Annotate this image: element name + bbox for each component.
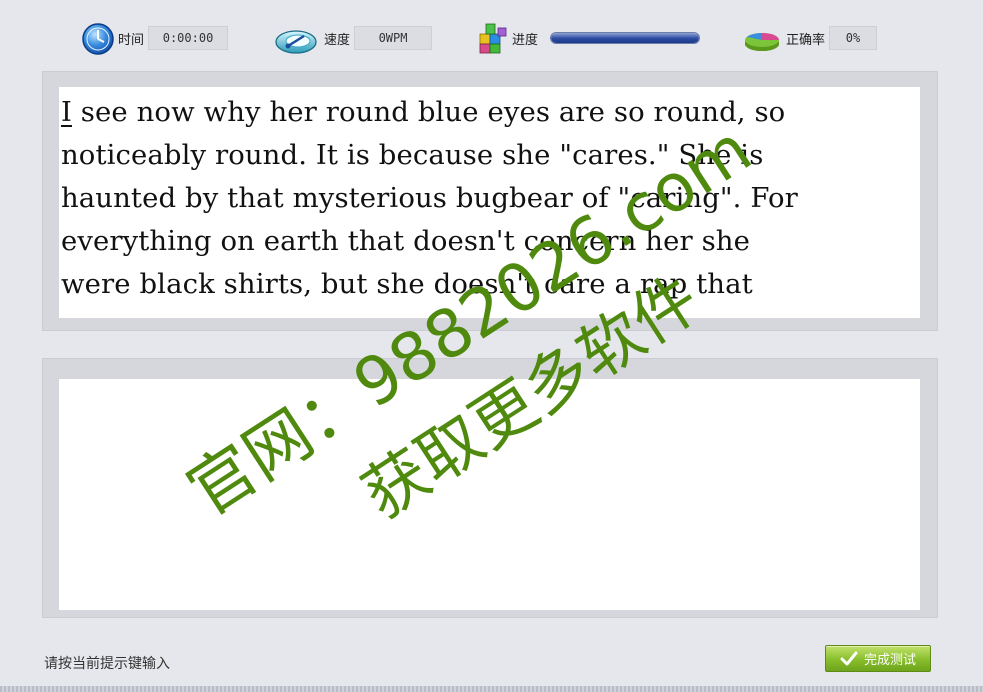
current-char: I: [61, 96, 72, 128]
clock-icon: [80, 20, 116, 56]
source-line: everything on earth that doesn't concern…: [61, 225, 750, 257]
time-label: 时间: [118, 32, 145, 48]
source-line: noticeably round. It is because she "car…: [61, 139, 764, 171]
blocks-icon: [474, 20, 510, 56]
source-line: were black shirts, but she doesn't care …: [61, 268, 753, 300]
typing-input[interactable]: [59, 379, 920, 610]
source-text-sheet: I see now why her round blue eyes are so…: [59, 87, 920, 318]
check-icon: [840, 651, 858, 667]
progress-label: 进度: [512, 32, 539, 48]
typing-sheet[interactable]: [59, 379, 920, 610]
finish-test-label: 完成测试: [863, 653, 916, 668]
accuracy-label: 正确率: [786, 32, 826, 48]
bottom-border: [0, 686, 983, 692]
source-line: I see now why her round blue eyes are so…: [61, 91, 914, 134]
time-value: 0:00:00: [148, 26, 229, 50]
time-stat: 时间 0:00:00: [80, 18, 229, 58]
pie-chart-icon: [742, 20, 784, 56]
speed-stat: 速度 0WPM: [274, 18, 433, 58]
accuracy-value: 0%: [829, 26, 878, 50]
progress-stat: 进度: [474, 18, 701, 58]
source-line-text: see now why her round blue eyes are so r…: [71, 96, 786, 128]
progress-fill: [551, 33, 700, 43]
source-text: I see now why her round blue eyes are so…: [61, 91, 914, 306]
speed-value: 0WPM: [354, 26, 433, 50]
source-text-panel: I see now why her round blue eyes are so…: [42, 71, 938, 331]
accuracy-stat: 正确率 0%: [742, 18, 878, 58]
progress-bar: [550, 32, 701, 44]
speedometer-icon: [274, 20, 322, 56]
hint-text: 请按当前提示键输入: [44, 656, 170, 672]
speed-label: 速度: [324, 32, 351, 48]
finish-test-button[interactable]: 完成测试: [825, 645, 931, 672]
typing-panel: [42, 358, 938, 618]
source-line: haunted by that mysterious bugbear of "c…: [61, 182, 798, 214]
